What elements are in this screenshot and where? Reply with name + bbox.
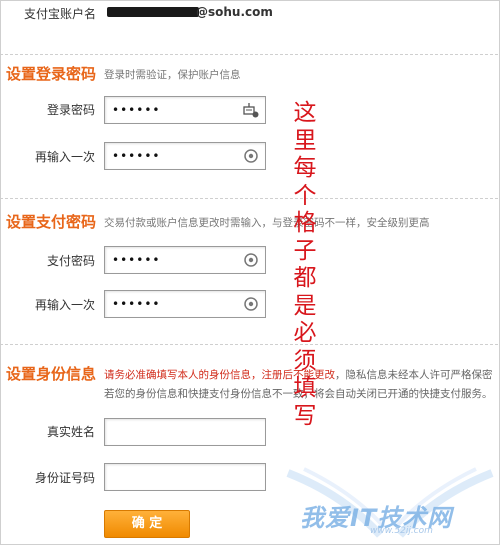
keyboard-icon[interactable] — [243, 102, 259, 118]
confirm-login-password-label: 再输入一次 — [34, 150, 95, 164]
confirm-login-password-value: •••••• — [112, 149, 161, 163]
real-name-input[interactable] — [104, 418, 266, 446]
annotation-char: 是 — [293, 292, 317, 319]
pay-password-value: •••••• — [112, 253, 161, 267]
annotation-char: 个 — [293, 182, 317, 209]
account-email-suffix: @sohu.com — [196, 5, 273, 19]
login-password-hint: 登录时需验证，保护账户信息 — [104, 69, 241, 81]
account-name-mask — [107, 7, 199, 17]
security-control-icon — [244, 253, 258, 267]
login-password-input[interactable]: •••••• — [104, 96, 266, 124]
annotation-char: 每 — [293, 155, 317, 181]
login-password-value: •••••• — [112, 103, 161, 117]
pay-password-input[interactable]: •••••• — [104, 246, 266, 274]
section-divider — [0, 198, 498, 199]
id-number-input[interactable] — [104, 463, 266, 491]
pay-password-hint: 交易付款或账户信息更改时需输入，与登录密码不一样，安全级别更高 — [104, 217, 430, 229]
identity-notice-privacy: ，隐私信息未经本人许可严格保密 — [335, 369, 493, 381]
security-control-icon — [244, 297, 258, 311]
annotation-char: 填 — [293, 375, 317, 401]
watermark-url: www.52ij.com — [370, 526, 433, 536]
annotation-char: 子 — [293, 237, 317, 264]
annotation-char: 必 — [293, 320, 317, 346]
confirm-button[interactable]: 确 定 — [104, 510, 190, 538]
annotation-char: 都 — [293, 265, 317, 291]
security-control-icon — [244, 149, 258, 163]
login-password-title: 设置登录密码 — [6, 65, 97, 83]
annotation-char: 写 — [293, 402, 317, 429]
confirm-login-password-input[interactable]: •••••• — [104, 142, 266, 170]
pay-password-title: 设置支付密码 — [6, 213, 97, 231]
annotation-char: 这 — [293, 100, 317, 126]
annotation-char: 须 — [293, 347, 317, 374]
section-divider — [0, 344, 498, 345]
login-password-label: 登录密码 — [46, 103, 95, 117]
confirm-pay-password-value: •••••• — [112, 297, 161, 311]
identity-title: 设置身份信息 — [6, 365, 97, 383]
annotation-char: 格 — [293, 210, 317, 236]
id-number-label: 身份证号码 — [34, 471, 95, 485]
confirm-pay-password-label: 再输入一次 — [34, 298, 95, 312]
annotation-char: 里 — [293, 127, 317, 154]
pay-password-label: 支付密码 — [46, 254, 95, 268]
real-name-label: 真实姓名 — [46, 425, 95, 439]
account-name-label: 支付宝账户名 — [23, 7, 96, 21]
confirm-pay-password-input[interactable]: •••••• — [104, 290, 266, 318]
section-divider — [0, 54, 498, 55]
